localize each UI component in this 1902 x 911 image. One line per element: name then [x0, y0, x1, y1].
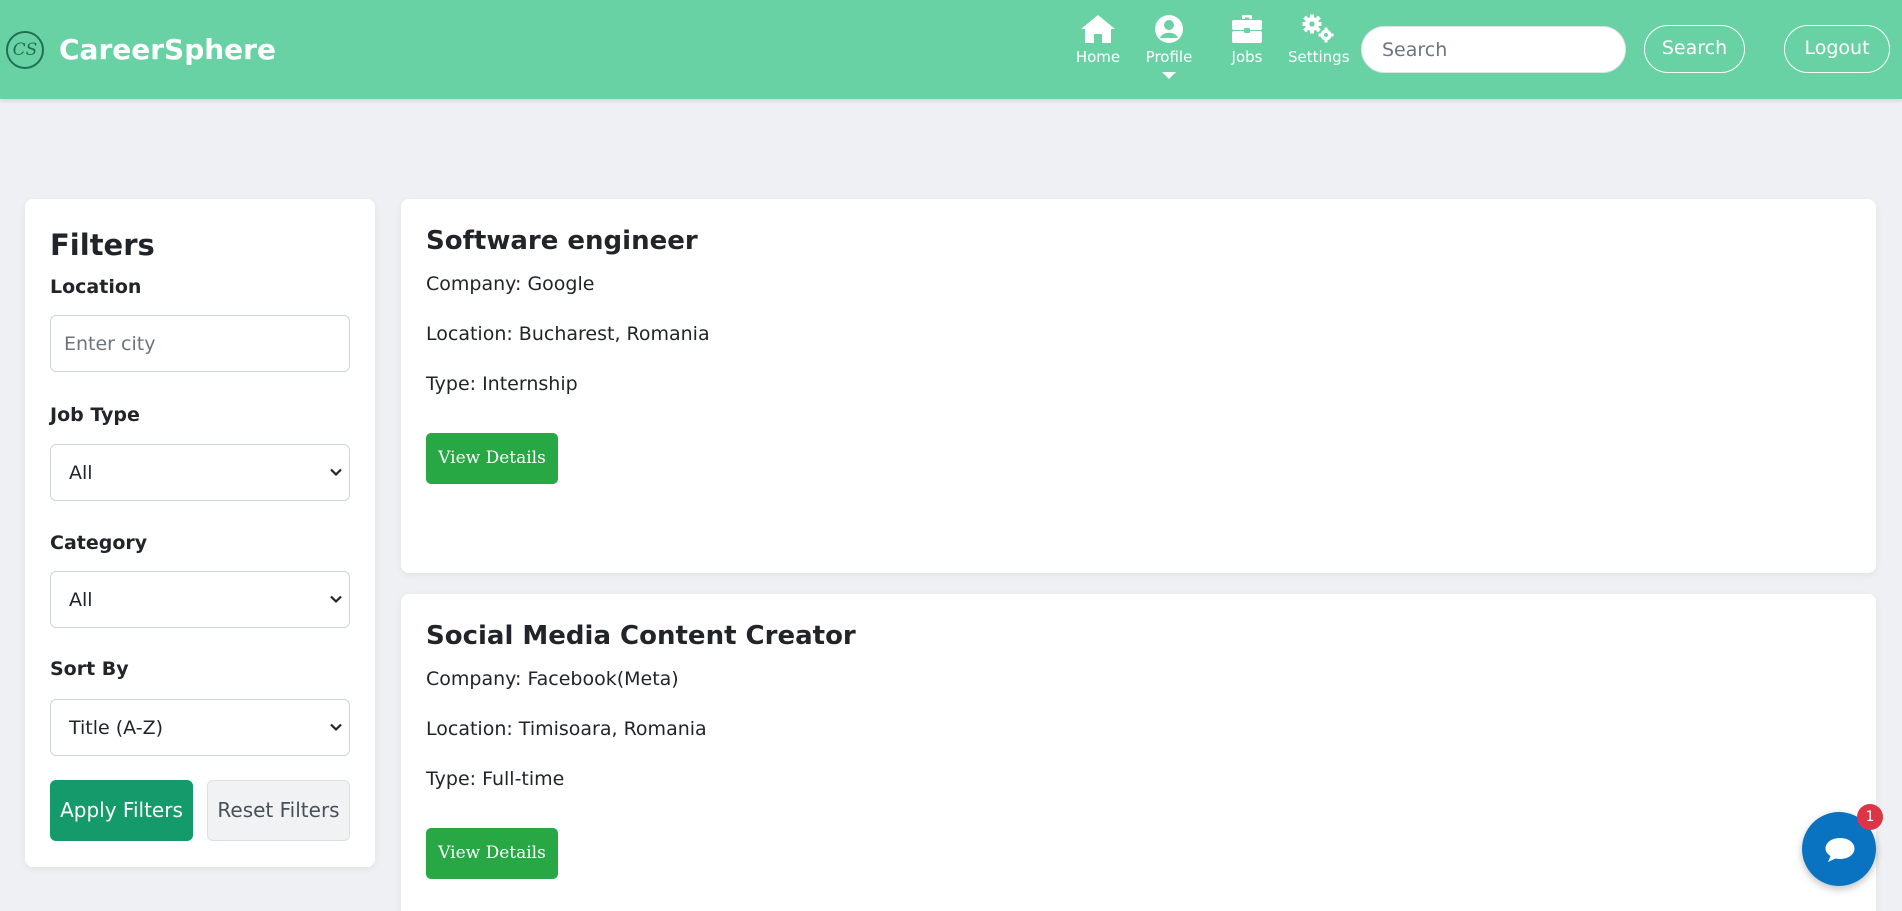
sort-by-value: Title (A-Z) [69, 717, 164, 739]
filters-panel: Filters Location Job Type All Category A… [25, 199, 375, 867]
briefcase-icon [1232, 15, 1262, 43]
nav-jobs[interactable]: Jobs [1222, 14, 1272, 84]
job-company: Company: Google [426, 273, 595, 295]
job-type-select[interactable]: All [50, 444, 350, 501]
nav-home[interactable]: Home [1073, 14, 1123, 84]
nav-profile-label: Profile [1145, 48, 1193, 66]
job-card: Social Media Content Creator Company: Fa… [401, 594, 1876, 911]
chevron-down-icon [330, 723, 342, 732]
search-input[interactable] [1361, 26, 1626, 73]
sort-by-select[interactable]: Title (A-Z) [50, 699, 350, 756]
category-select[interactable]: All [50, 571, 350, 628]
nav-settings[interactable]: Settings [1288, 14, 1350, 84]
reset-filters-button[interactable]: Reset Filters [207, 780, 350, 841]
filters-title: Filters [50, 228, 155, 262]
logo-icon[interactable]: CS [6, 31, 44, 69]
nav-jobs-label: Jobs [1231, 48, 1263, 66]
view-details-button[interactable]: View Details [426, 433, 558, 484]
search-button[interactable]: Search [1644, 25, 1745, 73]
job-card: Software engineer Company: Google Locati… [401, 199, 1876, 573]
brand-name[interactable]: CareerSphere [59, 32, 276, 68]
logout-button[interactable]: Logout [1784, 25, 1890, 73]
logo-monogram: CS [12, 40, 38, 60]
job-title: Software engineer [426, 226, 698, 256]
job-location: Location: Timisoara, Romania [426, 718, 707, 740]
user-circle-icon [1155, 15, 1183, 43]
chevron-down-icon [330, 468, 342, 477]
chevron-down-icon [330, 595, 342, 604]
top-navbar: CS CareerSphere Home Profile Jobs Settin… [0, 0, 1902, 99]
location-label: Location [50, 276, 142, 298]
job-type: Type: Internship [426, 373, 578, 395]
job-company: Company: Facebook(Meta) [426, 668, 679, 690]
nav-settings-label: Settings [1288, 48, 1350, 66]
job-location: Location: Bucharest, Romania [426, 323, 710, 345]
job-type-label: Job Type [50, 404, 140, 426]
nav-home-label: Home [1075, 48, 1121, 66]
apply-filters-button[interactable]: Apply Filters [50, 780, 193, 841]
job-type: Type: Full-time [426, 768, 565, 790]
category-value: All [69, 589, 93, 611]
sort-by-label: Sort By [50, 658, 129, 680]
chat-bubble-icon [1825, 838, 1855, 862]
category-label: Category [50, 532, 148, 554]
view-details-button[interactable]: View Details [426, 828, 558, 879]
home-icon [1081, 15, 1115, 43]
job-title: Social Media Content Creator [426, 621, 856, 651]
gears-icon [1302, 14, 1334, 43]
chevron-down-icon[interactable] [1162, 72, 1176, 79]
job-type-value: All [69, 462, 93, 484]
notification-badge: 1 [1857, 804, 1883, 830]
nav-profile[interactable]: Profile [1143, 14, 1195, 84]
location-input[interactable] [50, 315, 350, 372]
